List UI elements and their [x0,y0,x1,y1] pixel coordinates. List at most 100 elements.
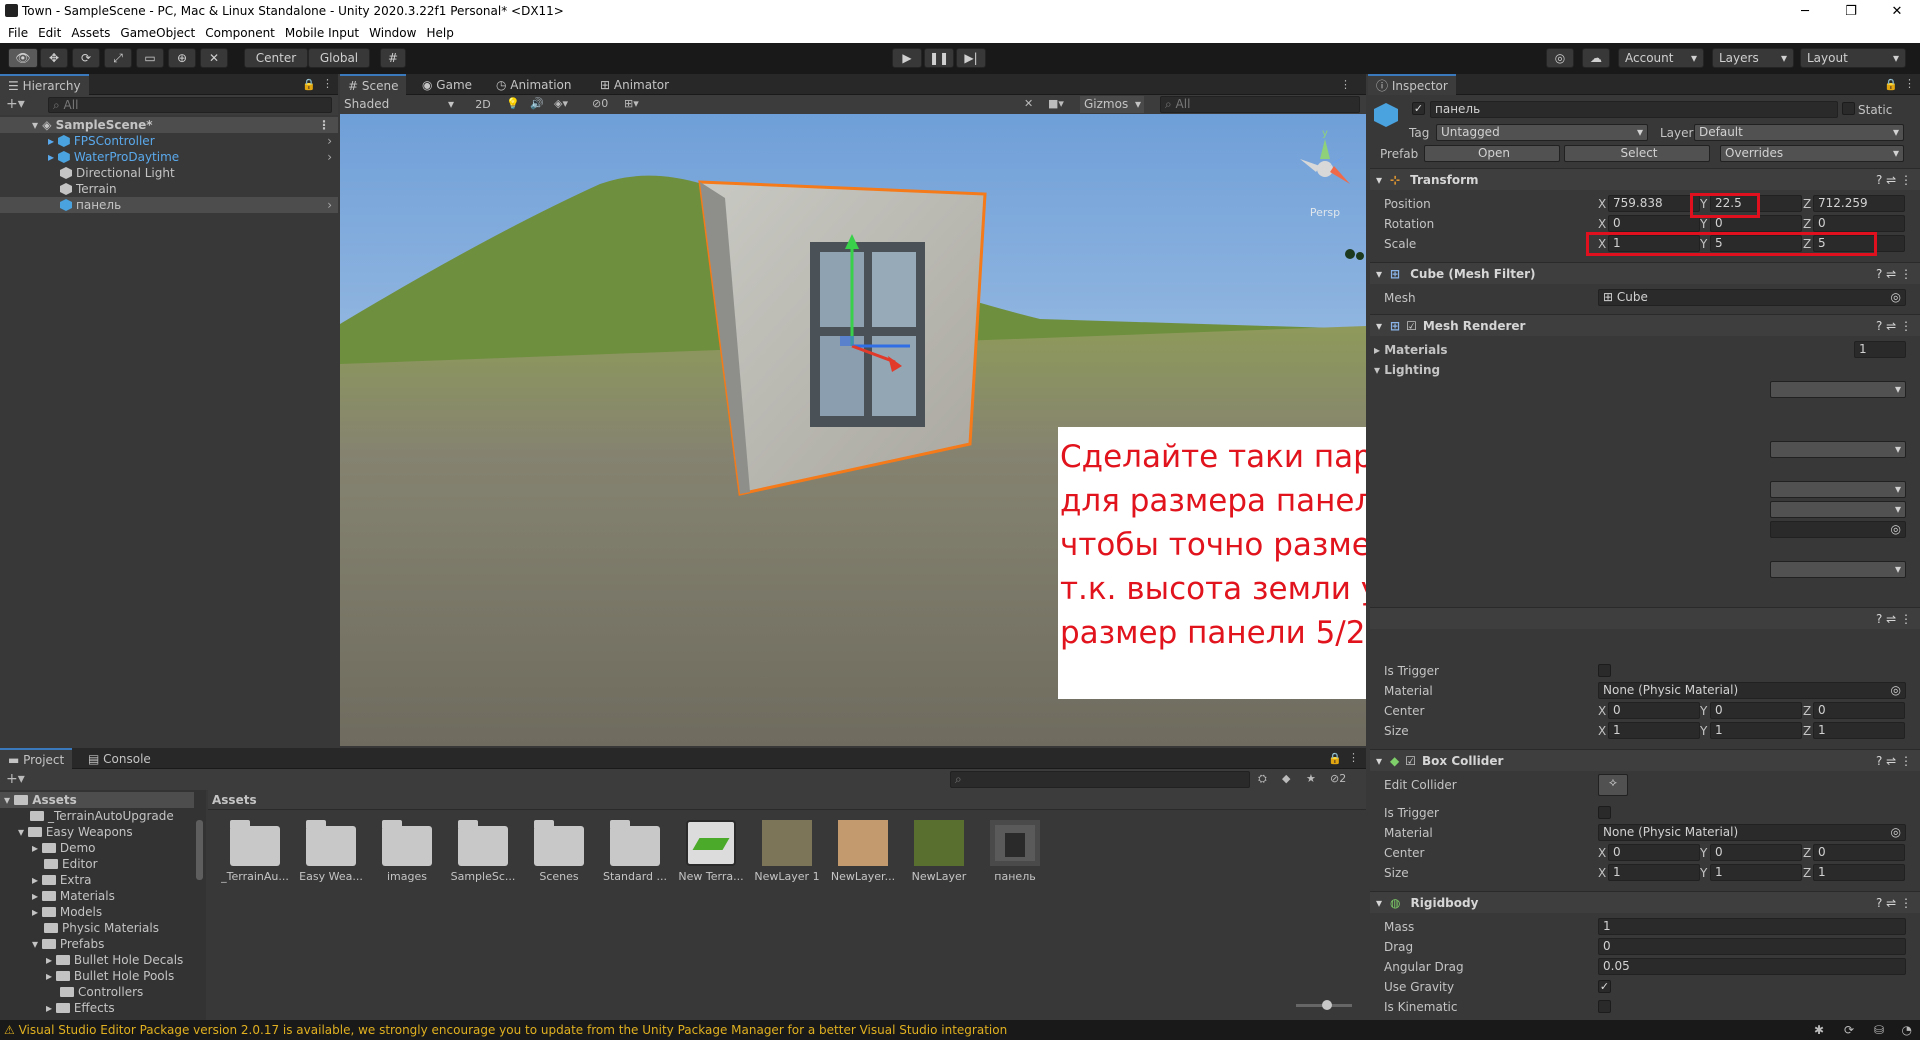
rigidbody-header[interactable]: ▾ ◍ Rigidbody ? ⇌ ⋮ [1370,891,1920,913]
pivot-center-button[interactable]: Center [244,48,308,68]
rotation-z-field[interactable]: 0 [1813,215,1905,232]
lightbulb-icon[interactable]: 💡 [506,97,520,110]
object-picker-icon[interactable]: ◎ [1891,522,1901,537]
size-z-field[interactable]: 1 [1813,722,1905,739]
layout-dropdown[interactable]: Layout ▾ [1800,48,1906,68]
play-icon[interactable]: ▶ [892,48,922,68]
menu-file[interactable]: File [8,26,28,40]
asset-terrain[interactable]: New Terra... [677,820,745,883]
scene-viewport[interactable]: y Persp Сделайте таки параметры Scale дл… [340,114,1366,746]
size-y-field[interactable]: 1 [1710,864,1802,881]
materials-foldout[interactable]: ▸ Materials [1374,343,1448,357]
angular-drag-field[interactable]: 0.05 [1598,958,1906,975]
menu-mobile-input[interactable]: Mobile Input [285,26,359,40]
component-menu-icons[interactable]: ? ⇌ ⋮ [1876,750,1912,772]
tools-icon[interactable]: ✕ [1024,97,1033,110]
menu-gameobject[interactable]: GameObject [120,26,195,40]
object-picker-icon[interactable]: ◎ [1891,683,1901,698]
mode-2d-button[interactable]: 2D [470,96,496,113]
step-icon[interactable]: ▶| [956,48,986,68]
asset-prefab[interactable]: панель [981,820,1049,883]
lock-icon[interactable]: 🔒 [1884,78,1898,91]
menu-edit[interactable]: Edit [38,26,61,40]
tree-item[interactable]: Editor [0,856,194,872]
move-tool-icon[interactable]: ✥ [40,48,68,68]
object-picker-icon[interactable]: ◎ [1891,290,1901,305]
object-picker-icon[interactable]: ◎ [1891,825,1901,840]
tree-item[interactable]: ▸ Models [0,904,194,920]
cloud-icon[interactable]: ☁ [1582,48,1610,68]
progress-icon[interactable]: ⟳ [1844,1020,1854,1040]
tree-item[interactable]: ▸ Materials [0,888,194,904]
prefab-open-button[interactable]: Open [1424,145,1560,162]
tab-inspector[interactable]: ⓘ Inspector [1368,74,1456,95]
is-kinematic-checkbox[interactable] [1598,1000,1611,1013]
size-y-field[interactable]: 1 [1710,722,1802,739]
box-collider-header[interactable]: ▾ ◆ ☑ Box Collider ? ⇌ ⋮ [1370,749,1920,771]
tab-hierarchy[interactable]: ☰ Hierarchy [0,74,89,95]
audio-icon[interactable]: 🔊 [530,97,544,110]
tab-project[interactable]: ▬ Project [0,748,73,769]
menu-window[interactable]: Window [369,26,416,40]
prefab-select-button[interactable]: Select [1564,145,1710,162]
center-y-field[interactable]: 0 [1710,702,1802,719]
menu-help[interactable]: Help [426,26,453,40]
scene-search-input[interactable]: ⌕ All [1160,96,1360,113]
hidden-dropdown[interactable]: ▾ [1770,481,1906,498]
drag-field[interactable]: 0 [1598,938,1906,955]
scale-tool-icon[interactable]: ⤢ [104,48,132,68]
camera-icon[interactable]: ■▾ [1048,97,1064,110]
asset-folder[interactable]: Standard ... [601,820,669,883]
tree-item[interactable]: Physic Materials [0,920,194,936]
view-tool-icon[interactable]: 👁 [8,48,38,68]
hierarchy-search-input[interactable]: ⌕ All [48,97,332,113]
grid-snap-icon[interactable]: # [380,48,406,68]
tab-animator[interactable]: ⊞ Animator [592,74,677,95]
tree-item[interactable]: ▸ Extra [0,872,194,888]
breadcrumb[interactable]: Assets [208,790,1366,810]
tab-scene[interactable]: # Scene [340,74,407,95]
zoom-slider[interactable] [1296,1000,1352,1010]
tab-animation[interactable]: ◷ Animation [488,74,579,95]
hierarchy-item[interactable]: ▸ FPSController › [0,133,338,149]
component-menu-icons[interactable]: ? ⇌ ⋮ [1876,892,1912,914]
hidden-dropdown[interactable]: ▾ [1770,441,1906,458]
asset-terrain-layer[interactable]: NewLayer 1 [753,820,821,883]
mesh-renderer-header[interactable]: ▾ ⊞ ☑ Mesh Renderer ? ⇌ ⋮ [1370,314,1920,336]
kebab-menu-icon[interactable]: ⋮ [1348,751,1359,764]
menu-component[interactable]: Component [205,26,275,40]
asset-terrain-layer[interactable]: NewLayer... [829,820,897,883]
scene-root[interactable]: ▾ ◈ SampleScene* ⋮ [0,117,338,133]
asset-terrain-layer[interactable]: NewLayer [905,820,973,883]
hierarchy-item-selected[interactable]: панель › [0,197,338,213]
layers-dropdown[interactable]: Layers ▾ [1712,48,1794,68]
component-menu-icons[interactable]: ? ⇌ ⋮ [1876,169,1912,191]
hidden-object-field[interactable]: ◎ [1770,521,1906,538]
tab-game[interactable]: ◉ Game [414,74,480,95]
asset-folder[interactable]: Easy Wea... [297,820,365,883]
center-z-field[interactable]: 0 [1813,844,1905,861]
prefab-overrides-dropdown[interactable]: Overrides ▾ [1720,145,1904,162]
tree-item[interactable]: ▾ Prefabs [0,936,194,952]
position-x-field[interactable]: 759.838 [1608,195,1700,212]
gizmos-dropdown[interactable]: Gizmos ▾ [1080,96,1144,113]
is-trigger-checkbox[interactable] [1598,664,1611,677]
hidden-dropdown[interactable]: ▾ [1770,501,1906,518]
checkbox-checked-icon[interactable]: ☑ [1405,754,1416,768]
material-field[interactable]: None (Physic Material) ◎ [1598,682,1906,699]
zoom-slider-thumb[interactable] [1322,1000,1332,1010]
tree-item[interactable]: Controllers [0,984,194,1000]
search-by-type-icon[interactable]: ⛭ [1258,772,1267,786]
hierarchy-item[interactable]: Terrain [0,181,338,197]
transform-tool-icon[interactable]: ⊕ [168,48,196,68]
tree-scrollbar[interactable] [196,820,203,880]
kebab-menu-icon[interactable]: ⋮ [322,77,333,90]
tree-item[interactable]: _TerrainAutoUpgrade [0,808,194,824]
chevron-right-icon[interactable]: › [327,197,332,213]
mesh-field[interactable]: ⊞ Cube ◎ [1598,289,1906,306]
add-icon[interactable]: +▾ [6,771,25,787]
is-trigger-checkbox[interactable] [1598,806,1611,819]
pivot-global-button[interactable]: Global [308,48,370,68]
component-menu-icons[interactable]: ? ⇌ ⋮ [1876,608,1912,630]
materials-count-field[interactable]: 1 [1854,341,1906,358]
